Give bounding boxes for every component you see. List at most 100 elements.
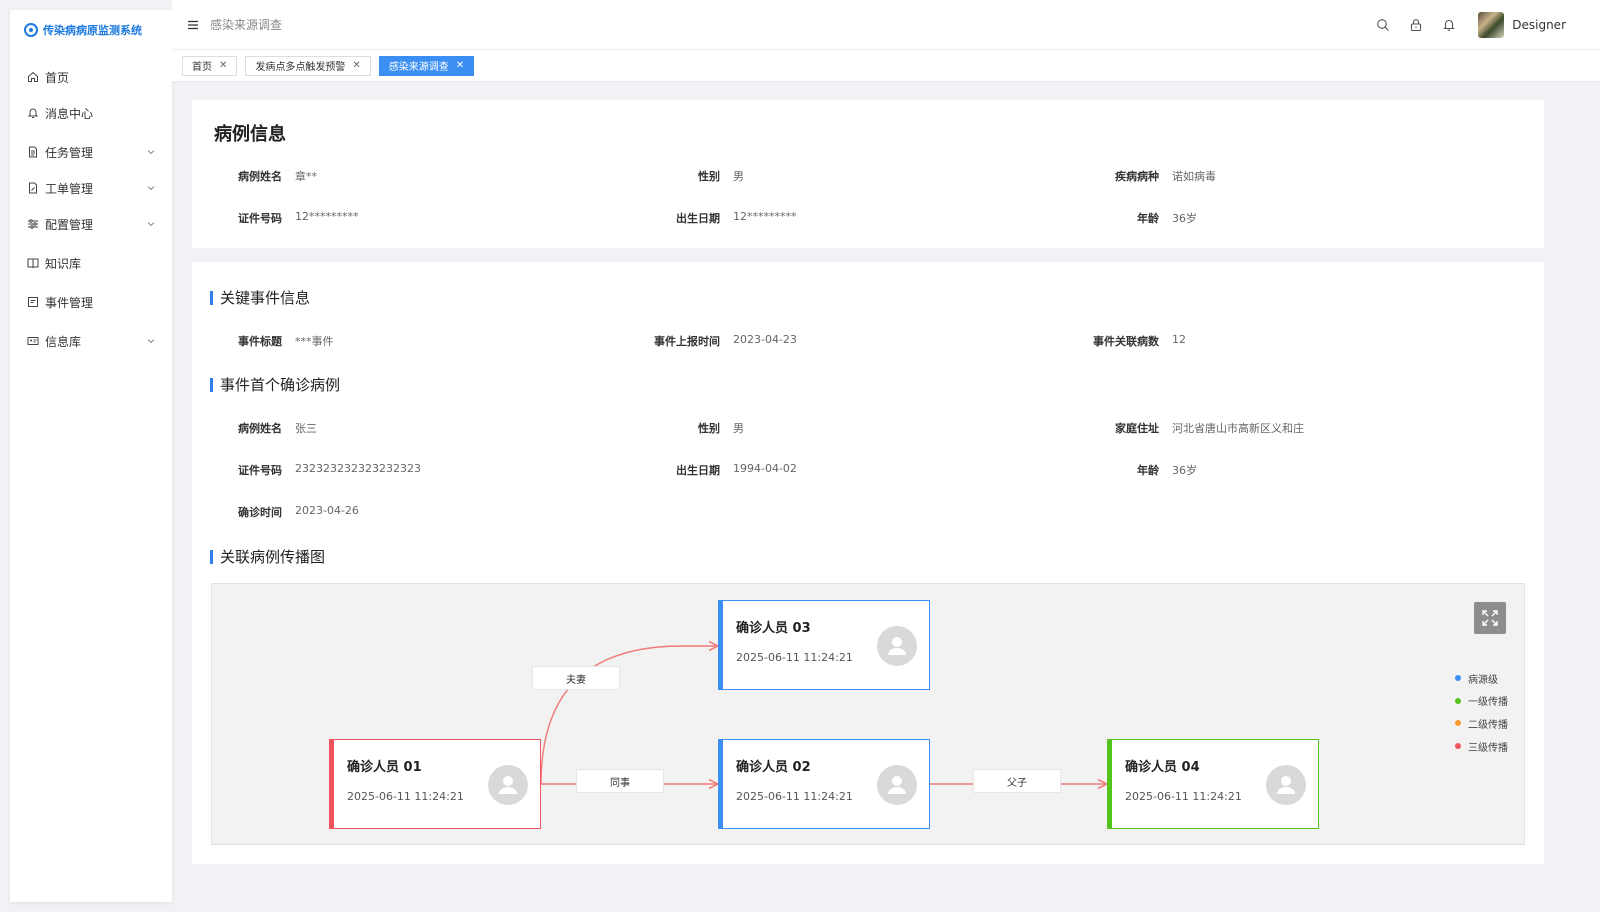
node-name: 确诊人员 02 xyxy=(736,760,811,775)
case-birth-value: 12********* xyxy=(733,210,797,223)
close-icon[interactable]: ✕ xyxy=(352,60,360,71)
sidebar-item-label: 知识库 xyxy=(45,256,82,271)
graph-node-case-04[interactable]: 确诊人员 04 2025-06-11 11:24:21 xyxy=(1107,739,1319,829)
first-case-confirm-time-label: 确诊时间 xyxy=(238,506,282,519)
app-logo[interactable]: 传染病病原监测系统 xyxy=(10,10,172,50)
calendar-icon xyxy=(27,296,39,308)
case-id-label: 证件号码 xyxy=(238,212,282,225)
chevron-down-icon xyxy=(146,219,156,229)
fullscreen-icon[interactable] xyxy=(1474,602,1506,634)
first-case-id-value: 232323232323232323 xyxy=(295,462,421,475)
first-case-age-label: 年龄 xyxy=(1137,464,1159,477)
case-disease-value: 诺如病毒 xyxy=(1172,170,1216,183)
transmission-graph[interactable]: 夫妻 同事 父子 确诊人员 01 2025-06-11 11:24:21 确诊人… xyxy=(211,583,1525,845)
event-report-time-label: 事件上报时间 xyxy=(654,335,720,348)
case-name-label: 病例姓名 xyxy=(238,170,282,183)
event-title-value: ***事件 xyxy=(295,335,334,348)
tab-multi-point-alert[interactable]: 发病点多点触发预警 ✕ xyxy=(245,55,371,76)
first-case-confirm-time-value: 2023-04-26 xyxy=(295,504,359,517)
sidebar-item-label: 事件管理 xyxy=(45,295,94,310)
sidebar-item-label: 消息中心 xyxy=(45,106,94,121)
legend-label: 一级传播 xyxy=(1468,697,1508,709)
case-gender-value: 男 xyxy=(733,170,744,183)
graph-node-case-01[interactable]: 确诊人员 01 2025-06-11 11:24:21 xyxy=(329,739,541,829)
legend-item-level-2: 二级传播 xyxy=(1455,717,1508,731)
graph-legend: 病源级 一级传播 二级传播 三级传播 xyxy=(1455,672,1508,763)
node-time: 2025-06-11 11:24:21 xyxy=(1125,790,1242,803)
case-age-label: 年龄 xyxy=(1137,212,1159,225)
page-tabs: 首页 ✕ 发病点多点触发预警 ✕ 感染来源调查 ✕ xyxy=(172,50,1600,82)
notification-bell-icon[interactable] xyxy=(1442,18,1456,32)
case-gender-label: 性别 xyxy=(698,170,720,183)
sidebar-item-label: 信息库 xyxy=(45,334,82,349)
first-case-gender-value: 男 xyxy=(733,422,744,435)
event-title-label: 事件标题 xyxy=(238,335,282,348)
person-avatar-icon xyxy=(488,765,528,805)
sidebar-item-home[interactable]: 首页 xyxy=(10,60,172,94)
chevron-down-icon xyxy=(146,336,156,346)
search-icon[interactable] xyxy=(1376,18,1390,32)
event-related-label: 事件关联病数 xyxy=(1093,335,1159,348)
section-title-text: 关联病例传播图 xyxy=(220,548,326,566)
sliders-icon xyxy=(27,218,39,230)
node-time: 2025-06-11 11:24:21 xyxy=(347,790,464,803)
event-card: 关键事件信息 事件标题 ***事件 事件上报时间 2023-04-23 事件关联… xyxy=(192,262,1544,864)
sidebar-item-label: 首页 xyxy=(45,70,70,85)
edge-label-colleague: 同事 xyxy=(576,769,664,793)
home-icon xyxy=(27,71,39,83)
legend-item-level-1: 一级传播 xyxy=(1455,695,1508,709)
node-time: 2025-06-11 11:24:21 xyxy=(736,790,853,803)
sidebar-item-events[interactable]: 事件管理 xyxy=(10,285,172,319)
person-avatar-icon xyxy=(877,765,917,805)
tab-home[interactable]: 首页 ✕ xyxy=(182,55,238,76)
app-title: 传染病病原监测系统 xyxy=(43,24,142,37)
avatar[interactable] xyxy=(1478,12,1505,38)
legend-item-level-3: 三级传播 xyxy=(1455,740,1508,754)
case-birth-label: 出生日期 xyxy=(676,212,720,225)
section-title-text: 关键事件信息 xyxy=(220,289,311,307)
legend-label: 病源级 xyxy=(1468,674,1498,686)
first-case-address-label: 家庭住址 xyxy=(1115,422,1159,435)
sidebar-item-label: 任务管理 xyxy=(45,145,94,160)
first-case-id-label: 证件号码 xyxy=(238,464,282,477)
event-section-title: 关键事件信息 xyxy=(210,287,310,308)
legend-dot xyxy=(1455,743,1461,750)
sidebar-item-label: 工单管理 xyxy=(45,181,94,196)
legend-dot xyxy=(1455,675,1461,681)
node-time: 2025-06-11 11:24:21 xyxy=(736,651,853,664)
first-case-birth-value: 1994-04-02 xyxy=(733,462,797,475)
page-title: 病例信息 xyxy=(214,124,286,145)
menu-toggle-icon[interactable] xyxy=(186,18,200,32)
tab-label: 首页 xyxy=(192,62,212,73)
legend-label: 二级传播 xyxy=(1468,719,1508,731)
sidebar: 传染病病原监测系统 首页 消息中心 任务管理 工单管理 配置管理 知识库 事件管… xyxy=(10,10,172,902)
header-actions: Designer xyxy=(1357,0,1566,50)
case-info-card: 病例信息 病例姓名 章** 性别 男 疾病病种 诺如病毒 证件号码 12****… xyxy=(192,100,1544,248)
sidebar-item-infobase[interactable]: 信息库 xyxy=(10,324,172,358)
book-icon xyxy=(27,257,39,269)
close-icon[interactable]: ✕ xyxy=(456,60,464,71)
sidebar-item-knowledge[interactable]: 知识库 xyxy=(10,246,172,280)
tab-label: 感染来源调查 xyxy=(388,62,449,73)
sidebar-item-label: 配置管理 xyxy=(45,217,94,232)
graph-node-case-02[interactable]: 确诊人员 02 2025-06-11 11:24:21 xyxy=(718,739,930,829)
user-name[interactable]: Designer xyxy=(1512,18,1566,32)
tab-infection-source[interactable]: 感染来源调查 ✕ xyxy=(378,55,475,76)
sidebar-item-workorders[interactable]: 工单管理 xyxy=(10,171,172,205)
first-case-birth-label: 出生日期 xyxy=(676,464,720,477)
first-case-age-value: 36岁 xyxy=(1172,464,1197,477)
case-name-value: 章** xyxy=(295,170,317,183)
lock-icon[interactable] xyxy=(1409,18,1423,32)
sidebar-item-config[interactable]: 配置管理 xyxy=(10,207,172,241)
sidebar-item-tasks[interactable]: 任务管理 xyxy=(10,135,172,169)
id-card-icon xyxy=(27,335,39,347)
event-report-time-value: 2023-04-23 xyxy=(733,333,797,346)
graph-node-case-03[interactable]: 确诊人员 03 2025-06-11 11:24:21 xyxy=(718,600,930,690)
graph-section-title: 关联病例传播图 xyxy=(210,546,325,567)
edit-document-icon xyxy=(27,182,39,194)
close-icon[interactable]: ✕ xyxy=(219,60,227,71)
edge-label-spouse: 夫妻 xyxy=(532,666,620,690)
sidebar-item-messages[interactable]: 消息中心 xyxy=(10,96,172,130)
node-name: 确诊人员 04 xyxy=(1125,760,1200,775)
edge-label-parent-child: 父子 xyxy=(973,769,1061,793)
